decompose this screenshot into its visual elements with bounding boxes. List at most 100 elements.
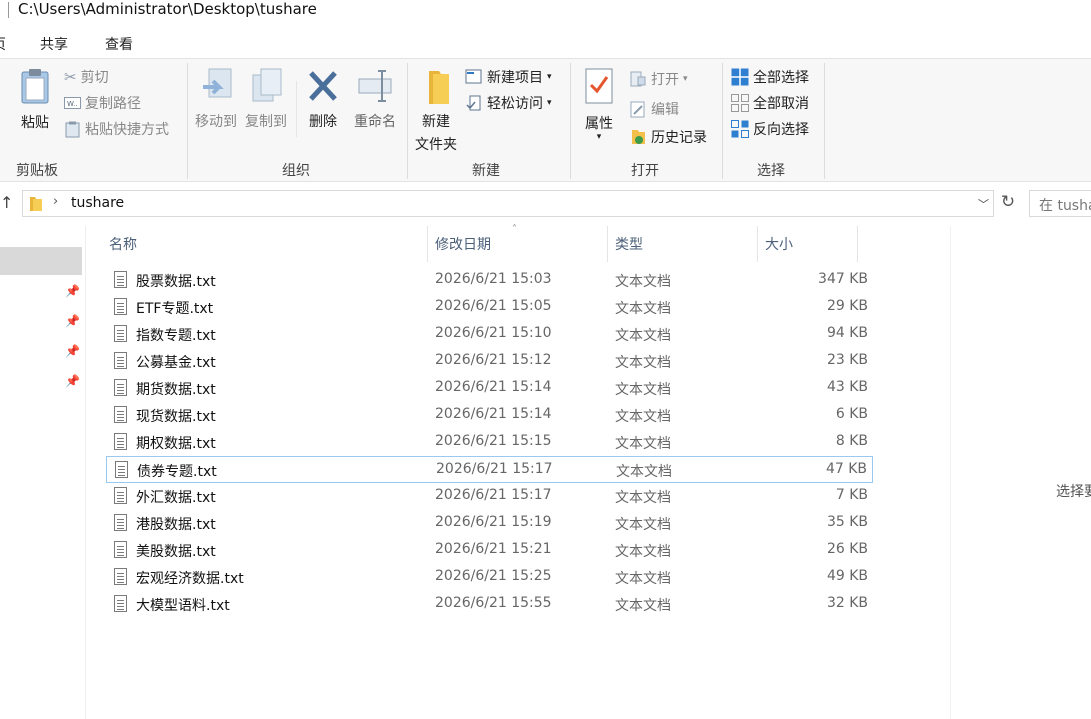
new-folder-button[interactable]: 新建 文件夹 [413,67,459,154]
file-name: 外汇数据.txt [136,490,216,506]
file-row[interactable]: 指数专题.txt 2026/6/21 15:10 文本文档 94 KB [106,321,873,348]
file-name: 指数专题.txt [136,328,216,344]
copy-path-button[interactable]: W.. 复制路径 [64,93,141,113]
text-file-icon [114,433,127,450]
properties-icon [585,68,613,104]
cut-label: 剪切 [80,70,109,86]
pin-icon[interactable]: 📌 [65,344,80,358]
file-list: 名称 ˄ 修改日期 类型 大小 股票数据.txt 2026/6/21 15:03 文… [86,224,950,719]
dropdown-arrow-icon: ▾ [547,98,552,108]
file-row[interactable]: 宏观经济数据.txt 2026/6/21 15:25 文本文档 49 KB [106,564,873,591]
file-row[interactable]: 股票数据.txt 2026/6/21 15:03 文本文档 347 KB [106,267,873,294]
paste-shortcut-button[interactable]: 粘贴快捷方式 [64,119,169,139]
file-type: 文本文档 [615,355,671,371]
file-name: 大模型语料.txt [136,598,230,614]
file-row[interactable]: 债券专题.txt 2026/6/21 15:17 文本文档 47 KB [106,456,873,483]
move-to-label: 移动到 [195,114,237,130]
file-size: 7 KB [835,487,868,503]
file-size: 47 KB [825,461,867,477]
column-divider[interactable] [607,226,608,262]
address-dropdown-icon[interactable]: ﹀ [978,196,989,212]
text-file-icon [114,379,127,396]
column-header-type[interactable]: 类型 [615,234,643,254]
column-divider[interactable] [857,226,858,262]
file-size: 32 KB [826,595,868,611]
details-message: 选择要 [1056,484,1091,500]
properties-label: 属性 [585,116,613,132]
file-date: 2026/6/21 15:25 [435,568,552,584]
file-date: 2026/6/21 15:12 [435,352,552,368]
easy-access-button[interactable]: 轻松访问 ▾ [465,93,552,113]
file-row[interactable]: 港股数据.txt 2026/6/21 15:19 文本文档 35 KB [106,510,873,537]
tab-view[interactable]: 查看 [105,34,133,54]
breadcrumb-chevron-icon[interactable]: › [53,194,58,209]
address-bar[interactable]: › tushare ﹀ [22,190,994,217]
copy-to-button[interactable]: 复制到 [243,67,289,131]
file-row[interactable]: 美股数据.txt 2026/6/21 15:21 文本文档 26 KB [106,537,873,564]
file-date: 2026/6/21 15:03 [435,271,552,287]
file-type: 文本文档 [615,544,671,560]
properties-button[interactable]: 属性 ▾ [578,67,620,142]
cut-button[interactable]: ✂ 剪切 [64,67,109,87]
file-date: 2026/6/21 15:17 [435,487,552,503]
delete-button[interactable]: 删除 [302,67,344,131]
breadcrumb-current[interactable]: tushare [71,195,124,211]
pin-icon[interactable]: 📌 [65,374,80,388]
search-input[interactable]: 在 tusha [1029,190,1091,217]
column-divider[interactable] [757,226,758,262]
file-row[interactable]: 大模型语料.txt 2026/6/21 15:55 文本文档 32 KB [106,591,873,618]
file-row[interactable]: 期权数据.txt 2026/6/21 15:15 文本文档 8 KB [106,429,873,456]
file-type: 文本文档 [615,409,671,425]
select-group-label: 选择 [757,163,785,179]
file-type: 文本文档 [615,517,671,533]
nav-item-selected[interactable] [0,247,82,275]
file-row[interactable]: 期货数据.txt 2026/6/21 15:14 文本文档 43 KB [106,375,873,402]
text-file-icon [114,352,127,369]
delete-label: 删除 [309,114,337,130]
select-none-label: 全部取消 [753,96,809,112]
tab-home[interactable]: 页 [0,34,6,54]
pin-icon[interactable]: 📌 [65,284,80,298]
refresh-icon[interactable]: ↻ [997,192,1019,214]
invert-selection-button[interactable]: 反向选择 [731,119,809,139]
ribbon: 粘贴 ✂ 剪切 W.. 复制路径 粘贴快捷方式 剪贴板 移动到 复制到 删除 重… [0,58,1091,182]
title-separator [8,2,9,18]
file-type: 文本文档 [615,490,671,506]
column-header-date[interactable]: 修改日期 [435,234,491,254]
select-all-button[interactable]: 全部选择 [731,67,809,87]
copy-to-icon [252,68,282,102]
history-button[interactable]: 历史记录 [630,127,707,147]
column-header-size[interactable]: 大小 [765,234,793,254]
file-row[interactable]: 现货数据.txt 2026/6/21 15:14 文本文档 6 KB [106,402,873,429]
file-date: 2026/6/21 15:55 [435,595,552,611]
new-item-icon [465,69,482,84]
column-header-name[interactable]: 名称 [109,234,137,254]
text-file-icon [114,487,127,504]
tab-share[interactable]: 共享 [40,34,68,54]
file-type: 文本文档 [615,382,671,398]
file-row[interactable]: ETF专题.txt 2026/6/21 15:05 文本文档 29 KB [106,294,873,321]
file-row[interactable]: 公募基金.txt 2026/6/21 15:12 文本文档 23 KB [106,348,873,375]
group-divider [296,81,297,137]
window-title: C:\Users\Administrator\Desktop\tushare [18,0,317,18]
invert-selection-icon [731,120,749,138]
column-divider[interactable] [427,226,428,262]
paste-button[interactable]: 粘贴 [17,67,53,132]
easy-access-icon [466,95,481,111]
file-size: 94 KB [826,325,868,341]
edit-label: 编辑 [651,102,679,118]
rename-button[interactable]: 重命名 [350,67,400,131]
file-type: 文本文档 [616,464,672,480]
file-date: 2026/6/21 15:17 [436,461,553,477]
move-to-button[interactable]: 移动到 [193,67,239,131]
open-button[interactable]: 打开 ▾ [630,69,688,89]
edit-button[interactable]: 编辑 [630,99,679,119]
select-none-button[interactable]: 全部取消 [731,93,809,113]
up-arrow-icon[interactable]: ↑ [0,193,13,212]
new-item-button[interactable]: 新建项目 ▾ [465,67,552,87]
pin-icon[interactable]: 📌 [65,314,80,328]
dropdown-arrow-icon: ▾ [596,132,602,142]
file-row[interactable]: 外汇数据.txt 2026/6/21 15:17 文本文档 7 KB [106,483,873,510]
file-size: 347 KB [818,271,868,287]
scissors-icon: ✂ [64,68,77,86]
